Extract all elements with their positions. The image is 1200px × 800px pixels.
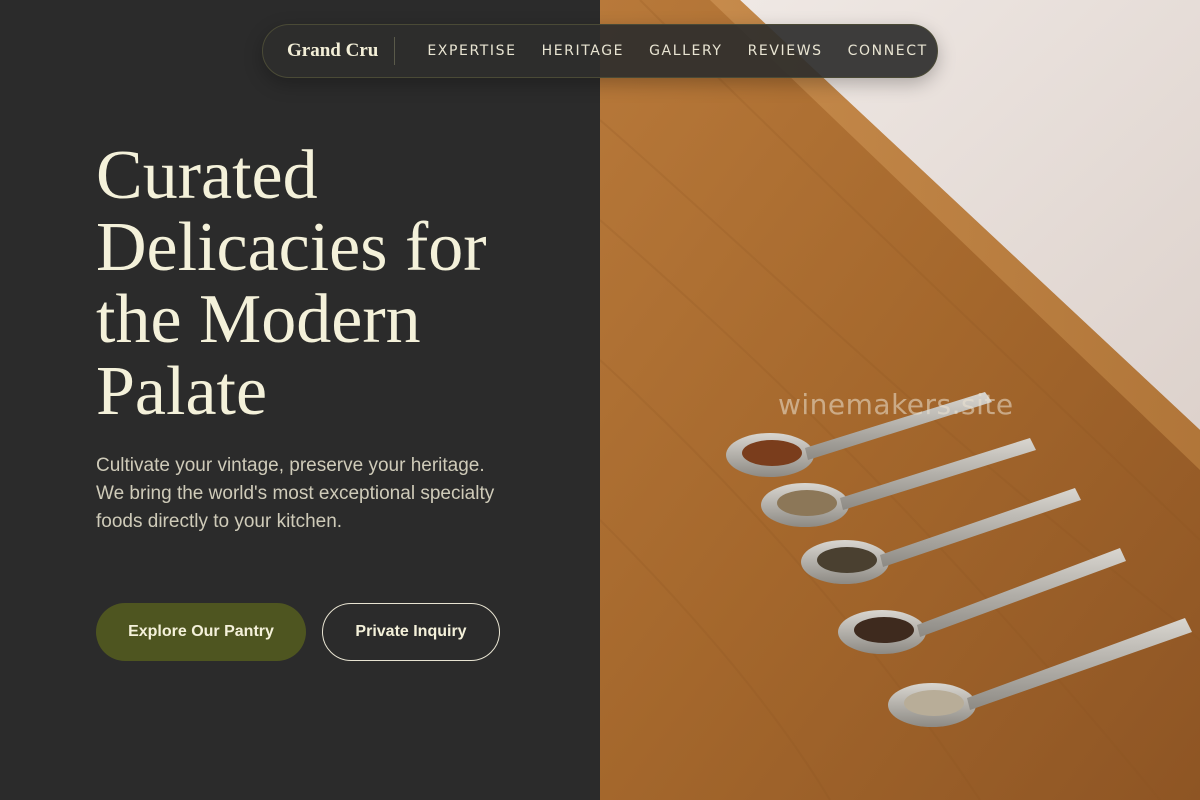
hero-headline: Curated Delicacies for the Modern Palate	[96, 137, 487, 430]
nav-link-gallery[interactable]: GALLERY	[649, 43, 722, 59]
top-navigation: Grand Cru EXPERTISE HERITAGE GALLERY REV…	[262, 24, 938, 78]
nav-link-reviews[interactable]: REVIEWS	[748, 43, 823, 59]
hero-lead-text: Cultivate your vintage, preserve your he…	[96, 455, 495, 532]
nav-links: EXPERTISE HERITAGE GALLERY REVIEWS CONNE…	[395, 43, 927, 59]
brand-logo[interactable]: Grand Cru	[263, 37, 396, 65]
nav-link-connect[interactable]: CONNECT	[848, 43, 928, 59]
private-inquiry-button[interactable]: Private Inquiry	[322, 603, 500, 661]
explore-pantry-button[interactable]: Explore Our Pantry	[96, 603, 306, 661]
nav-link-heritage[interactable]: HERITAGE	[542, 43, 625, 59]
watermark-text: winemakers.site	[778, 388, 1014, 421]
nav-link-expertise[interactable]: EXPERTISE	[427, 43, 516, 59]
